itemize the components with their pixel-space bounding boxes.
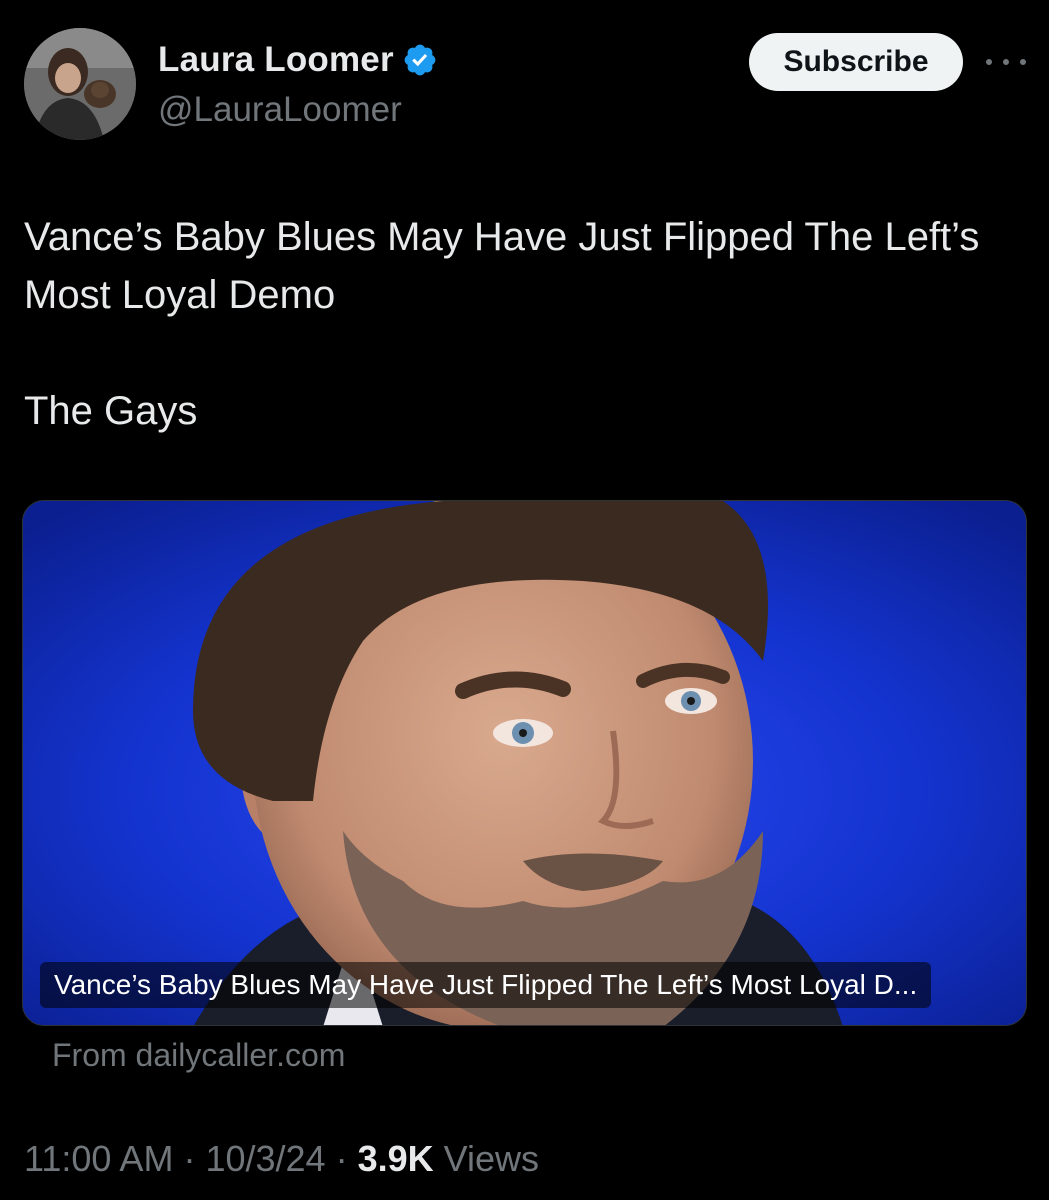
more-dot [1020,59,1026,65]
more-dot [1003,59,1009,65]
author-handle[interactable]: @LauraLoomer [158,90,402,130]
meta-separator: · [173,1138,206,1179]
tweet-time[interactable]: 11:00 AM [24,1138,173,1179]
tweet-text-tagline: The Gays [24,389,198,433]
link-card[interactable] [22,500,1027,1026]
more-options-icon[interactable] [986,50,1026,74]
card-title[interactable]: Vance’s Baby Blues May Have Just Flipped… [40,962,932,1008]
card-source[interactable]: From dailycaller.com [52,1037,345,1074]
card-photo [23,501,1026,1025]
views-label: Views [433,1138,539,1179]
author-display-name[interactable]: Laura Loomer [158,40,394,80]
author-name-row[interactable]: Laura Loomer [158,40,438,80]
more-dot [986,59,992,65]
views-count[interactable]: 3.9K [358,1138,434,1179]
tweet: Laura Loomer @LauraLoomer Subscribe Vanc… [0,0,1049,1200]
tweet-date[interactable]: 10/3/24 [205,1138,325,1179]
subscribe-button[interactable]: Subscribe [749,33,963,91]
verified-badge-icon [402,42,438,78]
avatar-image [24,28,136,140]
meta-separator: · [325,1138,358,1179]
avatar[interactable] [24,28,136,140]
tweet-meta: 11:00 AM · 10/3/24 · 3.9K Views [24,1138,539,1180]
tweet-text: Vance’s Baby Blues May Have Just Flipped… [24,208,1024,440]
tweet-text-headline: Vance’s Baby Blues May Have Just Flipped… [24,215,980,317]
